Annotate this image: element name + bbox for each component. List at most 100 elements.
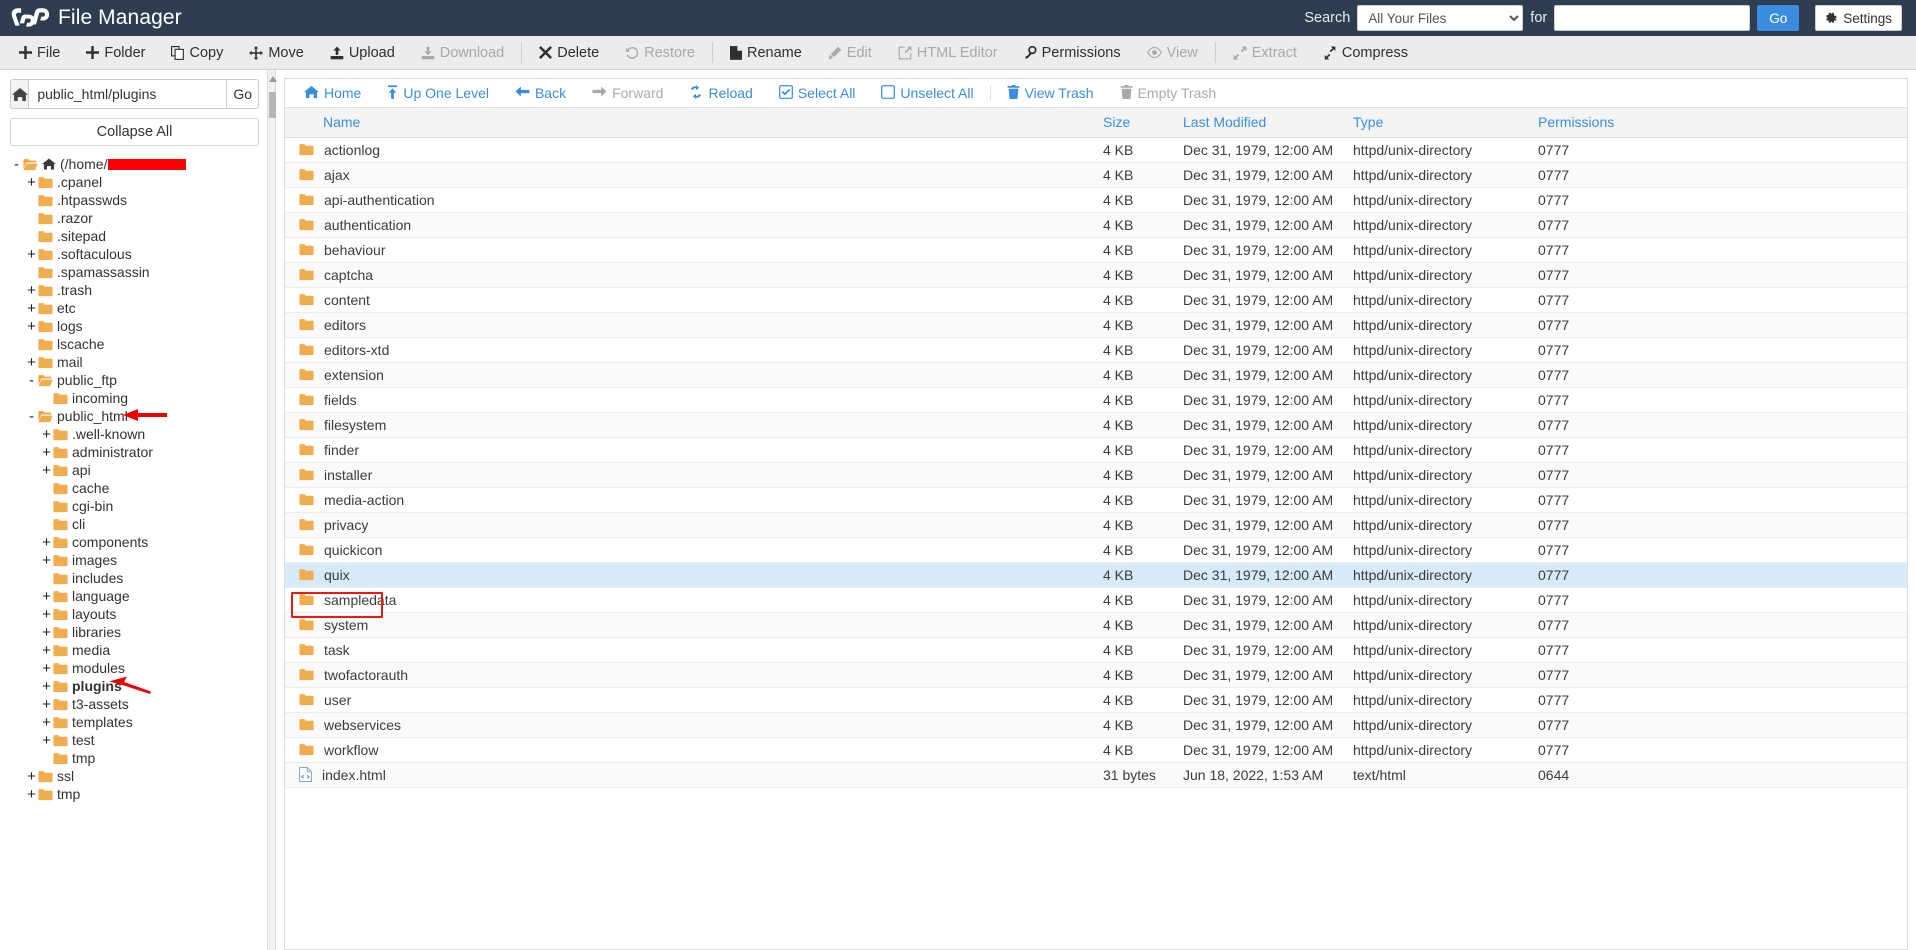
tree-expand-toggle[interactable]: + <box>40 715 53 730</box>
tree-expand-toggle[interactable]: + <box>25 319 38 334</box>
home-icon-button[interactable] <box>10 79 29 109</box>
cell-name[interactable]: quickicon <box>285 537 1095 563</box>
table-row[interactable]: quickicon 4 KB Dec 31, 1979, 12:00 AM httpd… <box>285 537 1907 563</box>
table-row[interactable]: installer 4 KB Dec 31, 1979, 12:00 AM httpd… <box>285 462 1907 488</box>
tree-node-public-ftp[interactable]: - public_ftp <box>10 371 259 389</box>
column-header-name[interactable]: Name <box>285 108 1095 138</box>
table-row[interactable]: authentication 4 KB Dec 31, 1979, 12:00 AM… <box>285 212 1907 238</box>
search-scope-select[interactable]: All Your Files <box>1357 5 1524 31</box>
nav-back[interactable]: Back <box>502 79 579 107</box>
table-row[interactable]: twofactorauth 4 KB Dec 31, 1979, 12:00 AM h… <box>285 662 1907 688</box>
table-row[interactable]: api-authentication 4 KB Dec 31, 1979, 12:0… <box>285 187 1907 213</box>
cell-name[interactable]: webservices <box>285 712 1095 738</box>
action-permissions[interactable]: Permissions <box>1011 36 1134 69</box>
cell-name[interactable]: filesystem <box>285 412 1095 438</box>
tree-node--sitepad[interactable]: .sitepad <box>10 227 259 245</box>
cell-name[interactable]: privacy <box>285 512 1095 538</box>
tree-node-logs[interactable]: + logs <box>10 317 259 335</box>
tree-expand-toggle[interactable]: + <box>25 769 38 784</box>
tree-node-cgi-bin[interactable]: cgi-bin <box>10 497 259 515</box>
table-row[interactable]: sampledata 4 KB Dec 31, 1979, 12:00 AM http… <box>285 587 1907 613</box>
tree-node-libraries[interactable]: + libraries <box>10 623 259 641</box>
tree-node--well-known[interactable]: + .well-known <box>10 425 259 443</box>
tree-node-includes[interactable]: includes <box>10 569 259 587</box>
cell-name[interactable]: finder <box>285 437 1095 463</box>
nav-reload[interactable]: Reload <box>676 79 765 107</box>
table-row[interactable]: workflow 4 KB Dec 31, 1979, 12:00 AM httpd/… <box>285 737 1907 763</box>
cell-name[interactable]: system <box>285 612 1095 638</box>
tree-expand-toggle[interactable]: + <box>40 643 53 658</box>
table-row[interactable]: task 4 KB Dec 31, 1979, 12:00 AM httpd/unix… <box>285 637 1907 663</box>
cell-name[interactable]: editors <box>285 312 1095 338</box>
table-row[interactable]: editors 4 KB Dec 31, 1979, 12:00 AM httpd/u… <box>285 312 1907 338</box>
table-row[interactable]: extension 4 KB Dec 31, 1979, 12:00 AM httpd… <box>285 362 1907 388</box>
cell-name[interactable]: quix <box>285 562 1095 588</box>
table-row[interactable]: finder 4 KB Dec 31, 1979, 12:00 AM httpd/un… <box>285 437 1907 463</box>
tree-node-cli[interactable]: cli <box>10 515 259 533</box>
action-upload[interactable]: Upload <box>317 36 408 69</box>
cell-name[interactable]: content <box>285 287 1095 313</box>
cell-name[interactable]: task <box>285 637 1095 663</box>
tree-expand-toggle[interactable]: + <box>25 175 38 190</box>
tree-expand-toggle[interactable]: + <box>40 679 53 694</box>
tree-expand-toggle[interactable]: + <box>40 463 53 478</box>
action-folder[interactable]: Folder <box>73 36 158 69</box>
cell-name[interactable]: media-action <box>285 487 1095 513</box>
tree-node--cpanel[interactable]: + .cpanel <box>10 173 259 191</box>
table-row[interactable]: content 4 KB Dec 31, 1979, 12:00 AM httpd/u… <box>285 287 1907 313</box>
nav-home[interactable]: Home <box>291 79 374 107</box>
action-compress[interactable]: Compress <box>1310 36 1421 69</box>
tree-collapse-toggle[interactable]: - <box>25 373 38 388</box>
cell-name[interactable]: extension <box>285 362 1095 388</box>
table-row[interactable]: index.html 31 bytes Jun 18, 2022, 1:53 AM t… <box>285 762 1907 788</box>
path-go-button[interactable]: Go <box>226 79 259 109</box>
tree-node-tmp[interactable]: + tmp <box>10 785 259 803</box>
tree-node-media[interactable]: + media <box>10 641 259 659</box>
tree-expand-toggle[interactable]: + <box>40 589 53 604</box>
tree-collapse-toggle[interactable]: - <box>10 157 23 172</box>
cell-name[interactable]: sampledata <box>285 587 1095 613</box>
tree-expand-toggle[interactable]: + <box>40 445 53 460</box>
tree-node--htpasswds[interactable]: .htpasswds <box>10 191 259 209</box>
tree-node-test[interactable]: + test <box>10 731 259 749</box>
tree-node-etc[interactable]: + etc <box>10 299 259 317</box>
search-go-button[interactable]: Go <box>1757 5 1800 31</box>
cell-name[interactable]: installer <box>285 462 1095 488</box>
tree-expand-toggle[interactable]: + <box>25 355 38 370</box>
tree-expand-toggle[interactable]: + <box>40 535 53 550</box>
cell-name[interactable]: user <box>285 687 1095 713</box>
table-row[interactable]: editors-xtd 4 KB Dec 31, 1979, 12:00 AM htt… <box>285 337 1907 363</box>
tree-node--spamassassin[interactable]: .spamassassin <box>10 263 259 281</box>
action-file[interactable]: File <box>6 36 73 69</box>
action-move[interactable]: Move <box>236 36 316 69</box>
nav-unselect-all[interactable]: Unselect All <box>868 79 986 107</box>
tree-expand-toggle[interactable]: + <box>25 247 38 262</box>
tree-expand-toggle[interactable]: + <box>40 697 53 712</box>
tree-node-public-html[interactable]: - public_html <box>10 407 259 425</box>
tree-node-api[interactable]: + api <box>10 461 259 479</box>
tree-expand-toggle[interactable]: + <box>25 787 38 802</box>
table-row[interactable]: captcha 4 KB Dec 31, 1979, 12:00 AM httpd/u… <box>285 262 1907 288</box>
nav-up-one-level[interactable]: Up One Level <box>374 79 502 107</box>
column-header-last-modified[interactable]: Last Modified <box>1175 108 1345 138</box>
action-rename[interactable]: Rename <box>717 36 815 69</box>
tree-expand-toggle[interactable]: + <box>40 553 53 568</box>
table-row[interactable]: quix 4 KB Dec 31, 1979, 12:00 AM httpd/unix… <box>285 562 1907 588</box>
settings-button[interactable]: Settings <box>1815 5 1902 31</box>
tree-node-layouts[interactable]: + layouts <box>10 605 259 623</box>
table-row[interactable]: privacy 4 KB Dec 31, 1979, 12:00 AM httpd/u… <box>285 512 1907 538</box>
cell-name[interactable]: editors-xtd <box>285 337 1095 363</box>
tree-node-templates[interactable]: + templates <box>10 713 259 731</box>
table-row[interactable]: actionlog 4 KB Dec 31, 1979, 12:00 AM httpd… <box>285 137 1907 163</box>
tree-expand-toggle[interactable]: + <box>40 607 53 622</box>
tree-node-components[interactable]: + components <box>10 533 259 551</box>
tree-node--home-[interactable]: - (/home/ <box>10 155 259 173</box>
tree-expand-toggle[interactable]: + <box>40 661 53 676</box>
nav-select-all[interactable]: Select All <box>766 79 869 107</box>
tree-expand-toggle[interactable]: + <box>40 625 53 640</box>
tree-node-ssl[interactable]: + ssl <box>10 767 259 785</box>
tree-node-images[interactable]: + images <box>10 551 259 569</box>
cell-name[interactable]: ajax <box>285 162 1095 188</box>
action-copy[interactable]: Copy <box>158 36 236 69</box>
cell-name[interactable]: captcha <box>285 262 1095 288</box>
